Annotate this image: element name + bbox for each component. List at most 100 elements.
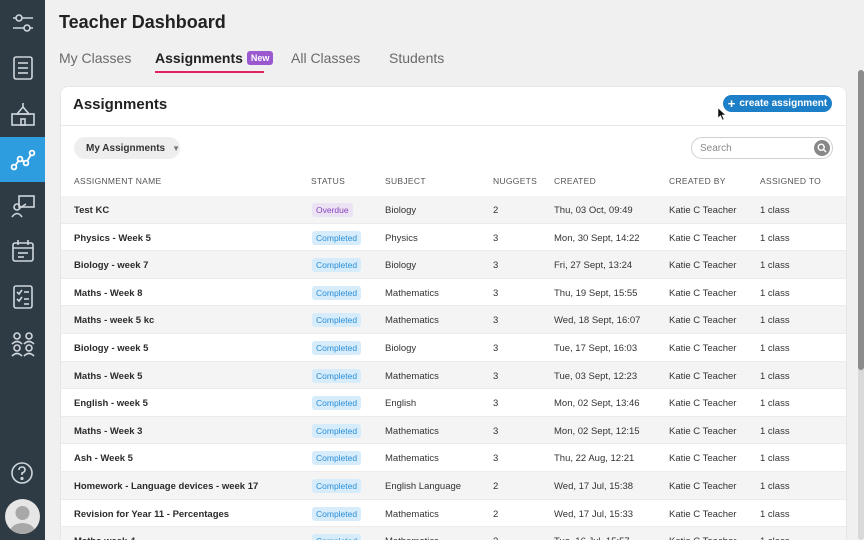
tab-assignments[interactable]: Assignments New [155, 50, 274, 73]
checklist-icon [12, 284, 33, 309]
user-avatar-icon [9, 506, 36, 534]
calendar-icon [11, 239, 34, 262]
column-header-subject[interactable]: SUBJECT [385, 176, 426, 186]
table-row[interactable]: Maths - week 5 kc Completed Mathematics 3 We… [61, 306, 846, 334]
page-title: Teacher Dashboard [59, 12, 226, 32]
cell-subject: Biology [385, 260, 417, 272]
cell-created: Fri, 27 Sept, 13:24 [554, 260, 633, 272]
column-header-nuggets[interactable]: NUGGETS [493, 176, 537, 186]
table-row[interactable]: English - week 5 Completed English 3 Mon, 02… [61, 389, 846, 417]
status-badge: Completed [312, 258, 362, 273]
sidebar-item-groups[interactable] [0, 320, 45, 365]
cell-assigned-to: 1 class [760, 536, 790, 540]
cell-subject: Mathematics [385, 508, 439, 520]
cell-assignment-name: Biology - week 5 [74, 342, 149, 354]
group-icon [10, 331, 35, 357]
cell-created-by: Katie C Teacher [669, 536, 736, 540]
sidebar-item-teacher[interactable] [0, 183, 45, 228]
create-assignment-button[interactable]: + create assignment [723, 95, 832, 112]
sidebar-item-analytics[interactable] [0, 137, 45, 182]
assignment-filter-dropdown[interactable]: My Assignments ▼ [74, 137, 180, 159]
table-row[interactable]: Maths - Week 8 Completed Mathematics 3 Thu, … [61, 279, 846, 307]
search-input[interactable] [700, 141, 808, 155]
cell-created: Mon, 02 Sept, 12:15 [554, 425, 640, 437]
cell-created: Tue, 03 Sept, 12:23 [554, 370, 638, 382]
scrollbar-thumb[interactable] [858, 70, 864, 370]
cell-assignment-name: Test KC [74, 205, 110, 216]
table-row[interactable]: Maths - Week 5 Completed Mathematics 3 Tue, … [61, 361, 846, 390]
table-row[interactable]: Maths - Week 3 Completed Mathematics 3 Mon, … [61, 416, 846, 445]
table-header: ASSIGNMENT NAME STATUS SUBJECT NUGGETS C… [61, 170, 846, 190]
cell-nuggets: 3 [493, 342, 499, 354]
school-icon [10, 102, 35, 126]
cell-created-by: Katie C Teacher [669, 232, 737, 244]
column-header-created[interactable]: CREATED [554, 176, 596, 186]
status-badge: Completed [312, 534, 362, 540]
teacher-board-icon [10, 194, 35, 217]
table-row[interactable]: Maths week 4 Completed Mathematics 2 Tue, 16… [61, 527, 846, 540]
list-icon [12, 55, 33, 80]
column-header-created-by[interactable]: CREATED BY [669, 176, 726, 186]
cell-created: Tue, 16 Jul, 15:57 [554, 536, 630, 540]
search-icon[interactable] [814, 140, 830, 156]
cell-assignment-name: English - week 5 [74, 398, 148, 410]
cell-nuggets: 3 [493, 398, 499, 410]
cell-created-by: Katie C Teacher [669, 480, 737, 492]
filter-value: My Assignments [86, 142, 166, 154]
table-row[interactable]: Biology - week 7 Completed Biology 3 Fri, 27… [61, 251, 846, 279]
plus-icon: + [727, 95, 736, 111]
sidebar-item-list[interactable] [0, 45, 45, 90]
card-title: Assignments [73, 96, 168, 113]
cell-subject: Mathematics [385, 287, 439, 299]
cell-subject: Mathematics [385, 370, 439, 382]
cell-nuggets: 3 [493, 453, 499, 465]
sidebar-item-checklist[interactable] [0, 274, 45, 319]
status-badge: Completed [312, 478, 362, 493]
new-badge: New [246, 51, 274, 65]
table-row[interactable]: Homework - Language devices - week 17 Com… [61, 471, 846, 500]
table-row[interactable]: Biology - week 5 Completed Biology 3 Tue, 17… [61, 334, 846, 362]
main-content: Teacher Dashboard My Classes Assignments… [45, 0, 864, 540]
cell-assignment-name: Revision for Year 11 - Percentages [74, 508, 230, 520]
cell-assigned-to: 1 class [760, 508, 790, 520]
cell-subject: Mathematics [385, 536, 439, 540]
cell-created-by: Katie C Teacher [669, 453, 737, 465]
cell-subject: Biology [385, 205, 417, 216]
table-row[interactable]: Physics - Week 5 Completed Physics 3 Mon, 30… [61, 224, 846, 252]
status-badge: Completed [312, 368, 362, 383]
cell-assigned-to: 1 class [760, 398, 790, 410]
tab-students[interactable]: Students [389, 50, 444, 66]
column-header-status[interactable]: STATUS [311, 176, 345, 186]
status-badge: Completed [312, 285, 362, 300]
user-avatar[interactable] [5, 499, 40, 534]
status-badge: Completed [312, 340, 362, 355]
status-badge: Completed [312, 396, 362, 411]
column-header-name[interactable]: ASSIGNMENT NAME [74, 176, 161, 186]
page-scrollbar[interactable] [858, 70, 864, 540]
cell-assignment-name: Maths - week 5 kc [74, 315, 155, 327]
table-row[interactable]: Revision for Year 11 - Percentages Comple… [61, 500, 846, 528]
cell-nuggets: 2 [493, 508, 499, 520]
column-header-assigned-to[interactable]: ASSIGNED TO [760, 176, 821, 186]
cell-assignment-name: Maths week 4 [74, 536, 135, 540]
cell-created: Mon, 30 Sept, 14:22 [554, 232, 640, 244]
sidebar-item-school[interactable] [0, 91, 45, 136]
cell-subject: Biology [385, 342, 417, 354]
cell-nuggets: 3 [493, 425, 499, 437]
table-row[interactable]: Ash - Week 5 Completed Mathematics 3 Thu, 22… [61, 444, 846, 472]
cell-created-by: Katie C Teacher [669, 508, 737, 520]
help-icon[interactable] [9, 460, 35, 486]
cell-assignment-name: Biology - week 7 [74, 260, 149, 272]
cell-created: Wed, 17 Jul, 15:33 [554, 508, 634, 520]
cell-created-by: Katie C Teacher [669, 398, 737, 410]
cell-nuggets: 2 [493, 536, 498, 540]
sidebar-item-settings[interactable] [0, 0, 45, 45]
table-row[interactable]: Test KC Overdue Biology 2 Thu, 03 Oct, 09:49… [61, 196, 846, 224]
cell-assigned-to: 1 class [760, 232, 790, 244]
status-badge: Completed [312, 506, 362, 521]
cell-assignment-name: Maths - Week 5 [74, 370, 143, 382]
tab-my-classes[interactable]: My Classes [59, 50, 131, 66]
cell-created-by: Katie C Teacher [669, 370, 737, 382]
tab-all-classes[interactable]: All Classes [291, 50, 360, 66]
sidebar-item-calendar[interactable] [0, 228, 45, 273]
